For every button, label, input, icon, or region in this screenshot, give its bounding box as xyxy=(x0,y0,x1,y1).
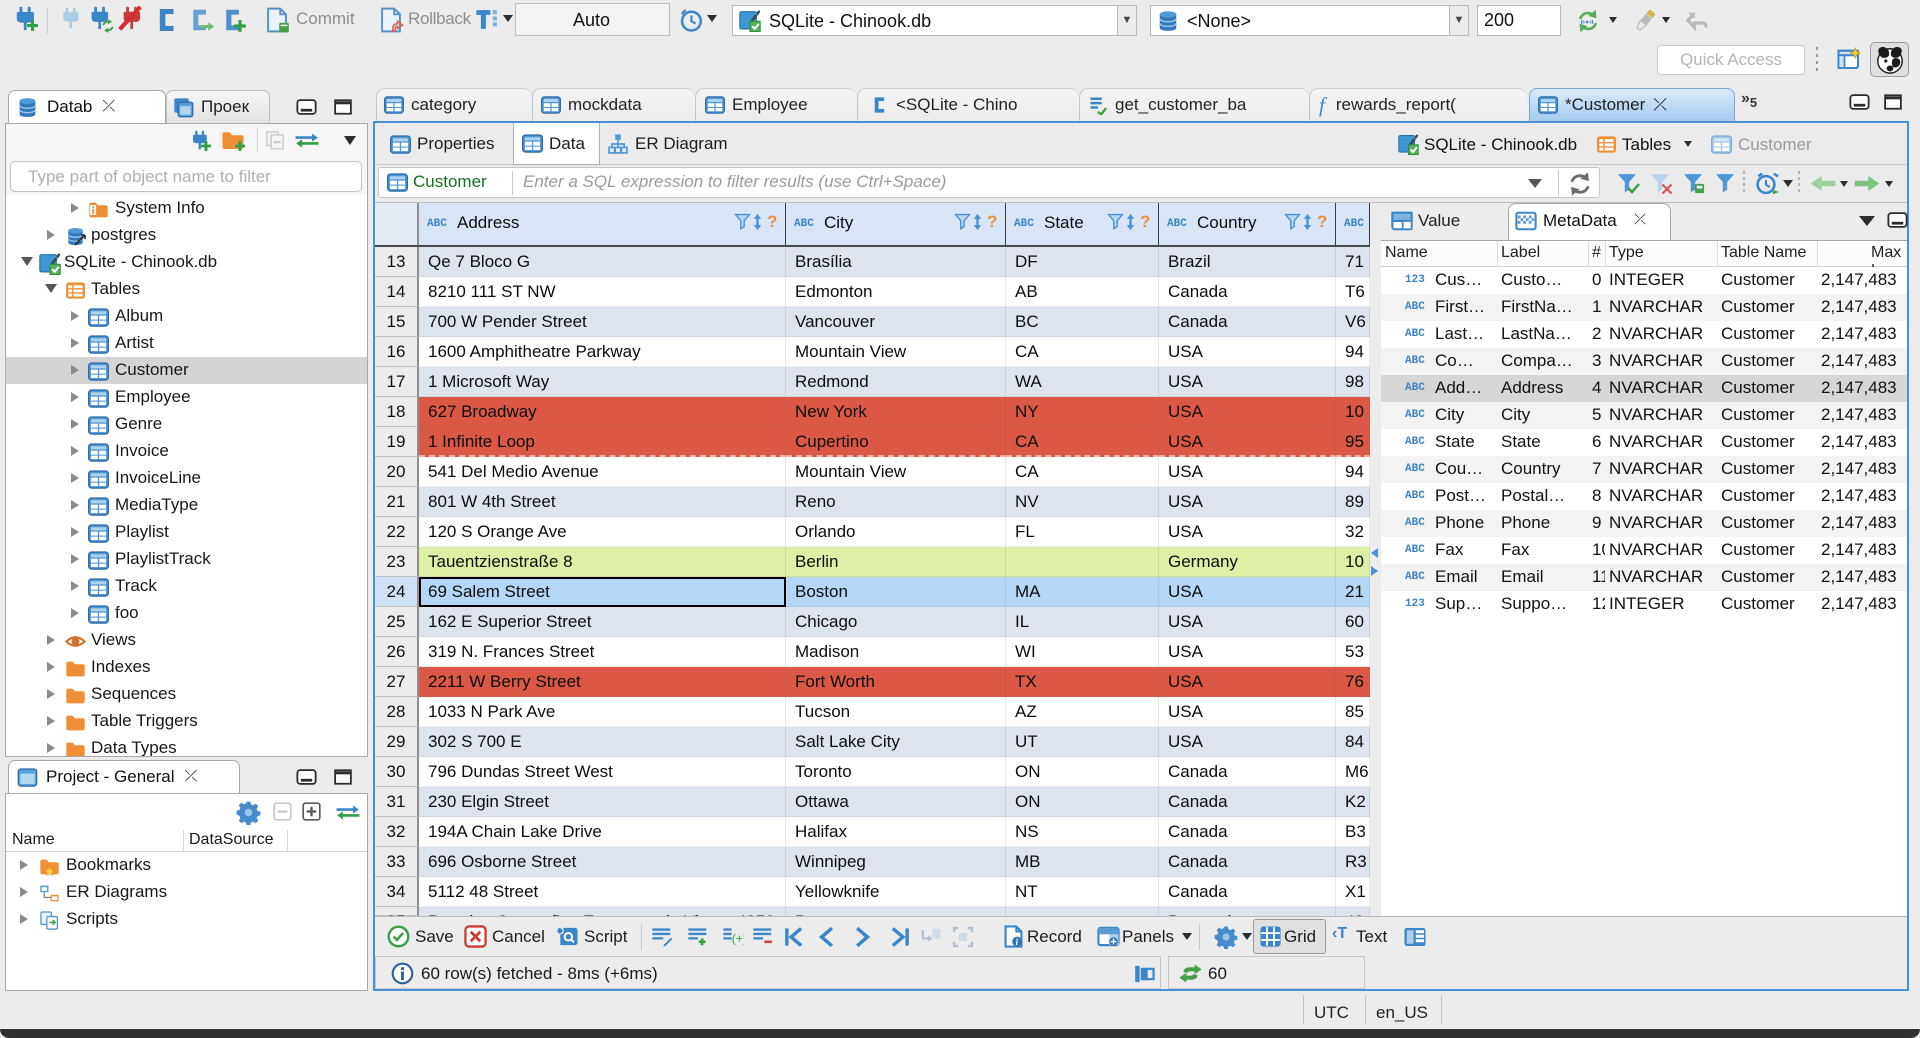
svg-text:i: i xyxy=(1016,938,1019,948)
svg-text:(+): (+) xyxy=(732,932,744,946)
